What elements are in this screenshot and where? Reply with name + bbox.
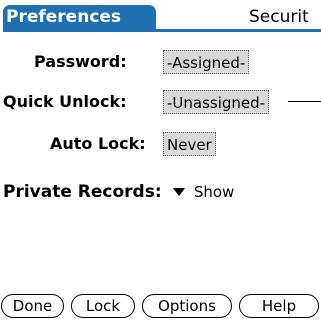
private-records-trigger[interactable]: Show <box>172 181 235 203</box>
quick-unlock-label: Quick Unlock: <box>3 92 127 111</box>
auto-lock-label: Auto Lock: <box>50 134 146 153</box>
auto-lock-field[interactable]: Never <box>163 132 216 156</box>
triangle-down-icon <box>172 188 185 196</box>
quick-unlock-connector-line <box>288 101 321 102</box>
private-records-value: Show <box>193 183 235 201</box>
options-button[interactable]: Options <box>142 294 232 318</box>
done-button[interactable]: Done <box>1 294 64 318</box>
password-field[interactable]: -Assigned- <box>163 50 250 74</box>
help-button[interactable]: Help <box>239 294 319 318</box>
lock-button[interactable]: Lock <box>71 294 135 318</box>
quick-unlock-field[interactable]: -Unassigned- <box>163 90 270 114</box>
password-label: Password: <box>34 52 127 71</box>
panel-selector-label[interactable]: Securit <box>249 5 321 29</box>
private-records-label: Private Records: <box>3 182 162 202</box>
title-bar: Preferences Securit <box>0 0 321 33</box>
app-title[interactable]: Preferences <box>3 5 156 29</box>
title-underline <box>3 29 321 32</box>
private-records-row: Private Records: Show <box>3 181 234 203</box>
